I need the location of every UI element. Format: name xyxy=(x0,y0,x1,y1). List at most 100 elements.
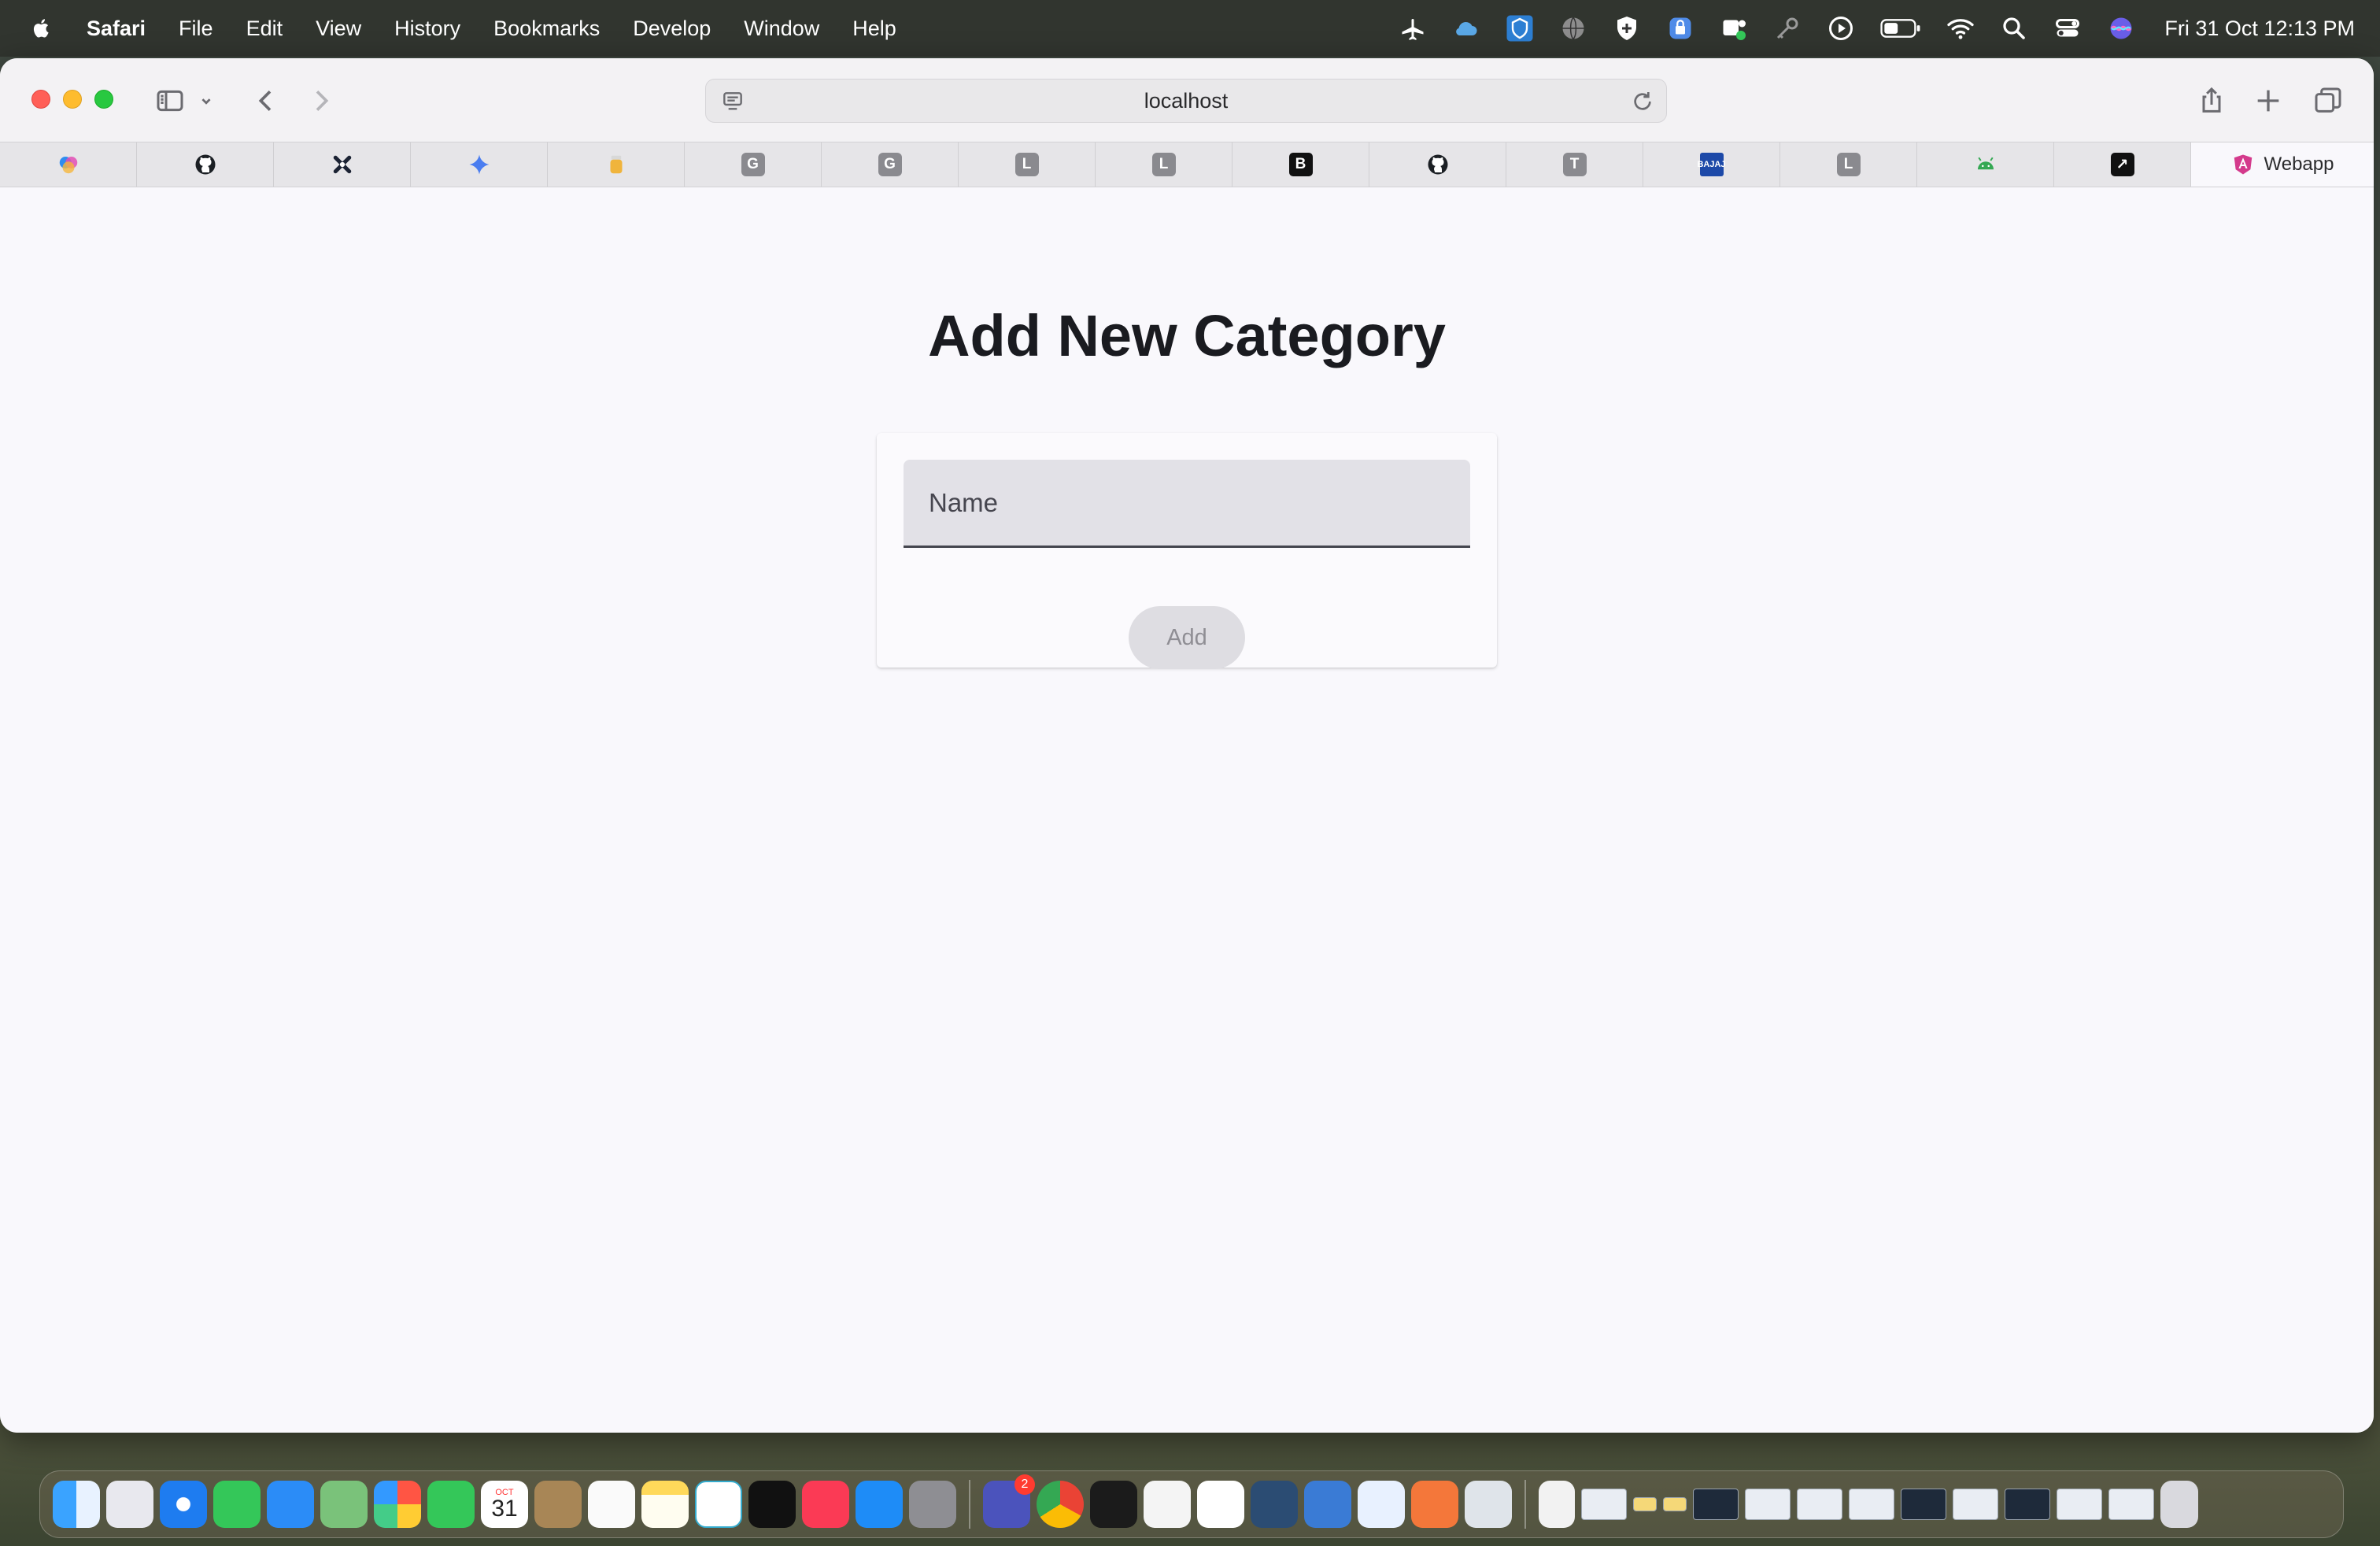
password-lock-icon[interactable] xyxy=(1665,13,1695,43)
security-shield-icon[interactable] xyxy=(1612,13,1642,43)
page-menu-icon[interactable] xyxy=(720,89,745,114)
notes-icon[interactable] xyxy=(641,1481,689,1528)
menu-window[interactable]: Window xyxy=(727,17,836,41)
play-circle-icon[interactable] xyxy=(1826,13,1856,43)
mail-icon[interactable] xyxy=(267,1481,314,1528)
pinned-tab-t[interactable]: T xyxy=(1506,142,1643,187)
chrome-icon[interactable] xyxy=(1037,1481,1084,1528)
pinned-tab-github-2[interactable] xyxy=(1369,142,1506,187)
facetime-icon[interactable] xyxy=(427,1481,475,1528)
address-bar[interactable]: localhost xyxy=(705,79,1667,123)
document-icon[interactable] xyxy=(1539,1481,1575,1528)
vscode-icon[interactable] xyxy=(1197,1481,1244,1528)
menu-edit[interactable]: Edit xyxy=(230,17,300,41)
minimized-window-thumbnail[interactable] xyxy=(1745,1489,1791,1520)
pinned-tab-g-2[interactable]: G xyxy=(822,142,959,187)
pinned-tab-jar[interactable] xyxy=(548,142,685,187)
url-text[interactable]: localhost xyxy=(1144,89,1229,113)
finder-icon[interactable] xyxy=(53,1481,100,1528)
pinned-tab-copilot[interactable] xyxy=(0,142,137,187)
sidebar-toggle-icon[interactable] xyxy=(150,80,190,121)
menu-history[interactable]: History xyxy=(378,17,477,41)
calendar-icon[interactable]: OCT 31 xyxy=(481,1481,528,1528)
add-button[interactable]: Add xyxy=(1129,606,1245,669)
photos-icon[interactable] xyxy=(374,1481,421,1528)
terminal-icon[interactable] xyxy=(1090,1481,1137,1528)
minimized-window-thumbnail[interactable] xyxy=(2108,1489,2154,1520)
pinned-tab-x[interactable] xyxy=(274,142,411,187)
app-store-icon[interactable] xyxy=(856,1481,903,1528)
reload-icon[interactable] xyxy=(1630,89,1655,114)
pinned-tab-android[interactable] xyxy=(1917,142,2054,187)
pinned-tab-l-1[interactable]: L xyxy=(959,142,1096,187)
teams-status-icon[interactable] xyxy=(1719,13,1749,43)
menu-develop[interactable]: Develop xyxy=(616,17,727,41)
safari-icon[interactable] xyxy=(160,1481,207,1528)
menu-clock[interactable]: Fri 31 Oct 12:13 PM xyxy=(2164,17,2355,41)
globe-icon[interactable] xyxy=(1558,13,1588,43)
pinned-tab-l-3[interactable]: L xyxy=(1780,142,1917,187)
siri-icon[interactable] xyxy=(2106,13,2136,43)
spotlight-search-icon[interactable] xyxy=(1999,13,2029,43)
pinned-tab-github[interactable] xyxy=(137,142,274,187)
minimized-window-thumbnail[interactable] xyxy=(1693,1489,1739,1520)
outlook-icon[interactable] xyxy=(1304,1481,1351,1528)
tab-group-chevron-down-icon[interactable] xyxy=(192,80,220,121)
active-tab-webapp[interactable]: Webapp xyxy=(2191,142,2374,187)
messages-icon[interactable] xyxy=(213,1481,261,1528)
pinned-tab-g-1[interactable]: G xyxy=(685,142,822,187)
minimized-window-thumbnail[interactable] xyxy=(1797,1489,1842,1520)
airplane-icon[interactable] xyxy=(1398,13,1428,43)
name-field[interactable] xyxy=(904,460,1470,548)
pinned-tab-gemini[interactable] xyxy=(411,142,548,187)
minimized-window-thumbnail[interactable] xyxy=(2005,1489,2050,1520)
wifi-icon[interactable] xyxy=(1946,13,1975,43)
system-settings-icon[interactable] xyxy=(909,1481,956,1528)
key-icon[interactable] xyxy=(1772,13,1802,43)
music-icon[interactable] xyxy=(802,1481,849,1528)
pinned-tab-l-2[interactable]: L xyxy=(1096,142,1232,187)
pinned-tab-external[interactable]: ↗ xyxy=(2054,142,2191,187)
new-tab-plus-icon[interactable] xyxy=(2248,80,2289,121)
minimized-window-thumbnail[interactable] xyxy=(1663,1497,1687,1511)
mysql-workbench-icon[interactable] xyxy=(1251,1481,1298,1528)
pinned-tab-b[interactable]: B xyxy=(1232,142,1369,187)
launchpad-icon[interactable] xyxy=(106,1481,153,1528)
forward-chevron-icon[interactable] xyxy=(301,80,342,121)
mongodb-icon[interactable] xyxy=(1144,1481,1191,1528)
freeform-icon[interactable] xyxy=(695,1481,742,1528)
teams-icon[interactable]: 2 xyxy=(983,1474,1035,1528)
vpn-shield-icon[interactable] xyxy=(1505,13,1535,43)
maps-icon[interactable] xyxy=(320,1481,368,1528)
minimize-window-button[interactable] xyxy=(63,90,82,109)
back-chevron-icon[interactable] xyxy=(246,80,286,121)
tab-overview-icon[interactable] xyxy=(2308,80,2349,121)
contacts-icon[interactable] xyxy=(534,1481,582,1528)
minimized-window-thumbnail[interactable] xyxy=(2057,1489,2102,1520)
reminders-icon[interactable] xyxy=(588,1481,635,1528)
menu-app-safari[interactable]: Safari xyxy=(80,17,162,41)
share-icon[interactable] xyxy=(2191,80,2232,121)
zoom-window-button[interactable] xyxy=(94,90,113,109)
minimized-window-thumbnail[interactable] xyxy=(1633,1497,1657,1511)
minimized-window-thumbnail[interactable] xyxy=(1953,1489,1998,1520)
apple-tv-icon[interactable] xyxy=(748,1481,796,1528)
minimized-window-thumbnail[interactable] xyxy=(1901,1489,1946,1520)
name-input[interactable] xyxy=(904,460,1470,546)
battery-icon[interactable] xyxy=(1879,13,1922,43)
pencil-app-icon[interactable] xyxy=(1411,1481,1458,1528)
cloud-sync-icon[interactable] xyxy=(1451,13,1481,43)
control-center-icon[interactable] xyxy=(2053,13,2082,43)
apple-menu-icon[interactable] xyxy=(30,16,61,41)
menu-bookmarks[interactable]: Bookmarks xyxy=(477,17,616,41)
screen-sharing-icon[interactable] xyxy=(1465,1481,1512,1528)
menu-file[interactable]: File xyxy=(162,17,230,41)
pinned-tab-bajaj[interactable]: BAJAJ xyxy=(1643,142,1780,187)
trash-icon[interactable] xyxy=(2160,1481,2198,1528)
minimized-window-thumbnail[interactable] xyxy=(1581,1489,1627,1520)
xcode-icon[interactable] xyxy=(1358,1481,1405,1528)
menu-view[interactable]: View xyxy=(299,17,378,41)
menu-help[interactable]: Help xyxy=(836,17,913,41)
close-window-button[interactable] xyxy=(31,90,50,109)
minimized-window-thumbnail[interactable] xyxy=(1849,1489,1894,1520)
